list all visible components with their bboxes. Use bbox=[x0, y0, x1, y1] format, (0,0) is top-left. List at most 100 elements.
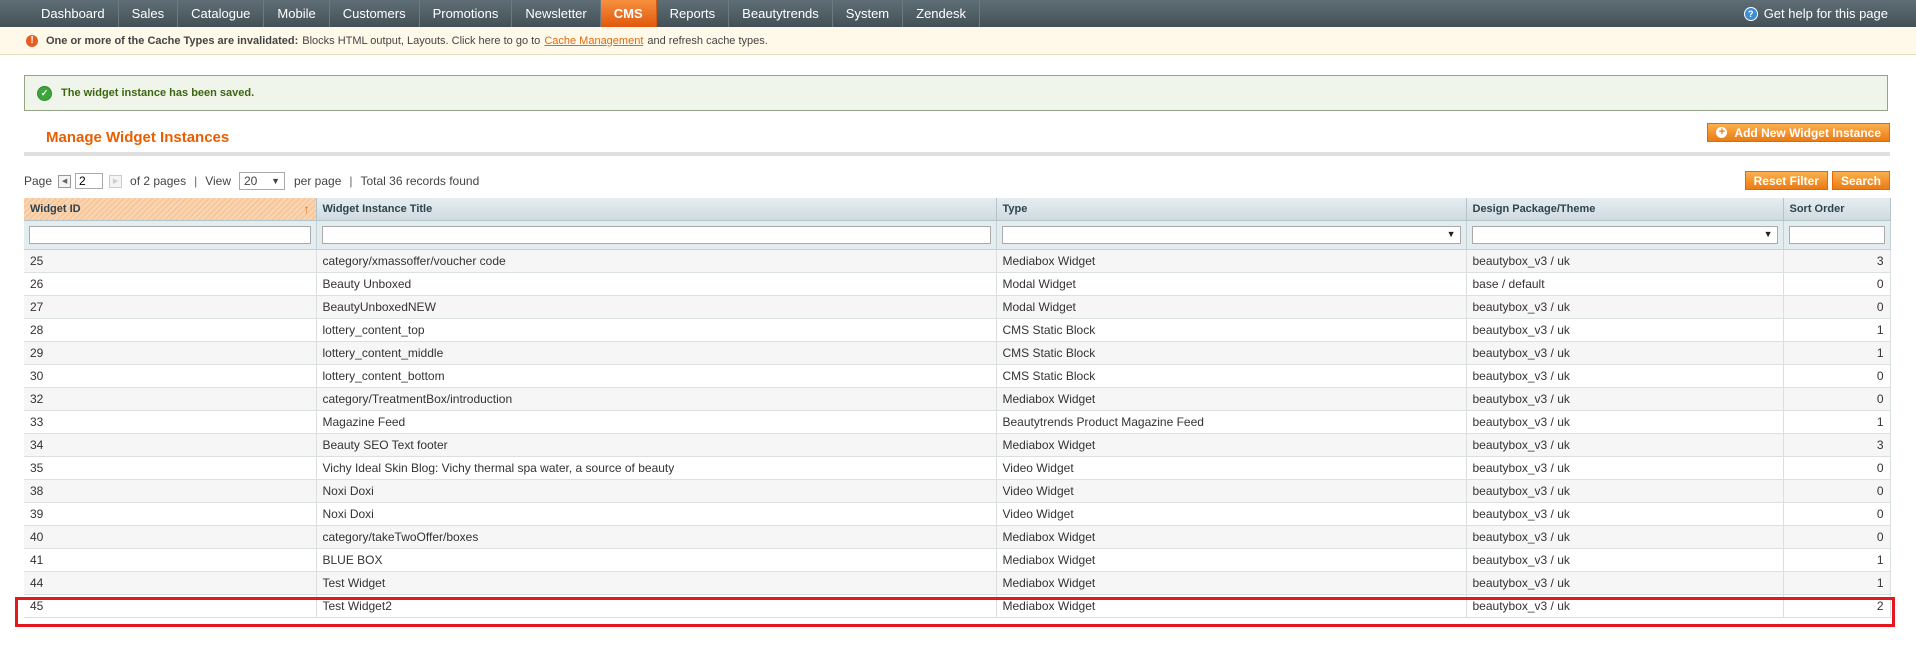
cell-sort-order: 0 bbox=[1783, 479, 1891, 503]
nav-item-customers[interactable]: Customers bbox=[330, 0, 420, 27]
nav-item-newsletter[interactable]: Newsletter bbox=[512, 0, 601, 27]
nav-item-catalogue[interactable]: Catalogue bbox=[178, 0, 265, 27]
grid-body: 25 category/xmassoffer/voucher code Mediab… bbox=[24, 249, 1891, 618]
filter-sort-order-input[interactable] bbox=[1788, 226, 1885, 244]
nav-item-zendesk[interactable]: Zendesk bbox=[903, 0, 980, 27]
prev-page-icon[interactable]: ◀ bbox=[58, 174, 72, 188]
cell-title: Test Widget bbox=[316, 571, 997, 595]
cell-theme: beautybox_v3 / uk bbox=[1466, 433, 1784, 457]
cell-title: category/takeTwoOffer/boxes bbox=[316, 525, 997, 549]
cell-type: Video Widget bbox=[996, 502, 1467, 526]
cell-title: Beauty SEO Text footer bbox=[316, 433, 997, 457]
page-header: Manage Widget Instances + Add New Widget… bbox=[24, 120, 1890, 156]
cell-theme: beautybox_v3 / uk bbox=[1466, 456, 1784, 480]
filter-theme-select[interactable]: ▼ bbox=[1471, 226, 1778, 244]
cell-title: category/TreatmentBox/introduction bbox=[316, 387, 997, 411]
table-row[interactable]: 32 category/TreatmentBox/introduction Medi… bbox=[24, 387, 1891, 411]
nav-item-dashboard[interactable]: Dashboard bbox=[28, 0, 119, 27]
table-row[interactable]: 29 lottery_content_middle CMS Static Block… bbox=[24, 341, 1891, 365]
help-link[interactable]: ? Get help for this page bbox=[1743, 0, 1888, 27]
per-page-select[interactable]: 20 ▼ bbox=[239, 172, 285, 190]
cell-theme: beautybox_v3 / uk bbox=[1466, 410, 1784, 434]
cell-widget-id: 28 bbox=[24, 318, 317, 342]
cell-type: Mediabox Widget bbox=[996, 387, 1467, 411]
table-row[interactable]: 27 BeautyUnboxedNEW Modal Widget beautybox_… bbox=[24, 295, 1891, 319]
cell-theme: beautybox_v3 / uk bbox=[1466, 571, 1784, 595]
table-row[interactable]: 38 Noxi Doxi Video Widget beautybox_v3 / uk… bbox=[24, 479, 1891, 503]
column-header-widget-id[interactable]: Widget ID ↑ bbox=[24, 198, 317, 221]
table-row[interactable]: 39 Noxi Doxi Video Widget beautybox_v3 / uk… bbox=[24, 502, 1891, 526]
sort-arrow-icon: ↑ bbox=[303, 202, 310, 216]
nav-item-sales[interactable]: Sales bbox=[119, 0, 179, 27]
table-row[interactable]: 34 Beauty SEO Text footer Mediabox Widget b… bbox=[24, 433, 1891, 457]
cell-sort-order: 1 bbox=[1783, 548, 1891, 572]
table-row[interactable]: 44 Test Widget Mediabox Widget beautybox_v3… bbox=[24, 571, 1891, 595]
column-header-design-theme[interactable]: Design Package/Theme bbox=[1466, 198, 1784, 221]
page-number-input[interactable] bbox=[75, 173, 104, 189]
cell-type: Mediabox Widget bbox=[996, 433, 1467, 457]
filter-type-select[interactable]: ▼ bbox=[1001, 226, 1461, 244]
widget-grid: Widget ID ↑ Widget Instance Title Type D… bbox=[24, 198, 1891, 618]
table-row[interactable]: 25 category/xmassoffer/voucher code Mediab… bbox=[24, 249, 1891, 273]
cell-widget-id: 33 bbox=[24, 410, 317, 434]
cell-theme: base / default bbox=[1466, 272, 1784, 296]
column-header-title[interactable]: Widget Instance Title bbox=[316, 198, 997, 221]
cell-title: lottery_content_middle bbox=[316, 341, 997, 365]
chevron-down-icon: ▼ bbox=[1446, 229, 1456, 239]
cell-type: Video Widget bbox=[996, 479, 1467, 503]
cell-sort-order: 1 bbox=[1783, 318, 1891, 342]
cell-sort-order: 0 bbox=[1783, 502, 1891, 526]
nav-item-cms[interactable]: CMS bbox=[600, 0, 657, 27]
pager: Page ◀ ▶ of 2 pages | View 20 ▼ per page… bbox=[24, 172, 479, 190]
table-row[interactable]: 30 lottery_content_bottom CMS Static Block… bbox=[24, 364, 1891, 388]
grid-actions: Reset Filter Search bbox=[1744, 171, 1890, 190]
cell-theme: beautybox_v3 / uk bbox=[1466, 525, 1784, 549]
cell-widget-id: 29 bbox=[24, 341, 317, 365]
cell-theme: beautybox_v3 / uk bbox=[1466, 594, 1784, 618]
cell-widget-id: 34 bbox=[24, 433, 317, 457]
cell-widget-id: 44 bbox=[24, 571, 317, 595]
table-row[interactable]: 35 Vichy Ideal Skin Blog: Vichy thermal s… bbox=[24, 456, 1891, 480]
cell-widget-id: 26 bbox=[24, 272, 317, 296]
cell-sort-order: 2 bbox=[1783, 594, 1891, 618]
success-check-icon: ✓ bbox=[37, 85, 52, 101]
cache-management-link[interactable]: Cache Management bbox=[544, 35, 643, 47]
reset-filter-button[interactable]: Reset Filter bbox=[1744, 171, 1828, 190]
cell-type: Mediabox Widget bbox=[996, 594, 1467, 618]
table-row[interactable]: 26 Beauty Unboxed Modal Widget base / defau… bbox=[24, 272, 1891, 296]
cell-widget-id: 39 bbox=[24, 502, 317, 526]
cell-title: Magazine Feed bbox=[316, 410, 997, 434]
next-page-icon[interactable]: ▶ bbox=[109, 174, 123, 188]
cell-theme: beautybox_v3 / uk bbox=[1466, 341, 1784, 365]
nav-item-promotions[interactable]: Promotions bbox=[420, 0, 513, 27]
cell-widget-id: 30 bbox=[24, 364, 317, 388]
cell-theme: beautybox_v3 / uk bbox=[1466, 364, 1784, 388]
cell-title: BLUE BOX bbox=[316, 548, 997, 572]
column-header-sort-order[interactable]: Sort Order bbox=[1783, 198, 1891, 221]
nav-item-reports[interactable]: Reports bbox=[657, 0, 730, 27]
nav-item-mobile[interactable]: Mobile bbox=[264, 0, 330, 27]
table-row[interactable]: 41 BLUE BOX Mediabox Widget beautybox_v3 / … bbox=[24, 548, 1891, 572]
cell-type: CMS Static Block bbox=[996, 318, 1467, 342]
cell-title: Vichy Ideal Skin Blog: Vichy thermal spa… bbox=[316, 456, 997, 480]
cell-sort-order: 3 bbox=[1783, 249, 1891, 273]
search-button[interactable]: Search bbox=[1831, 171, 1890, 190]
filter-widget-id-input[interactable] bbox=[29, 226, 311, 244]
table-row[interactable]: 28 lottery_content_top CMS Static Block bea… bbox=[24, 318, 1891, 342]
warning-icon: ! bbox=[26, 34, 38, 47]
cell-sort-order: 1 bbox=[1783, 571, 1891, 595]
cell-theme: beautybox_v3 / uk bbox=[1466, 479, 1784, 503]
cell-sort-order: 1 bbox=[1783, 341, 1891, 365]
table-row[interactable]: 45 Test Widget2 Mediabox Widget beautybox_v… bbox=[24, 594, 1891, 618]
nav-item-beautytrends[interactable]: Beautytrends bbox=[729, 0, 833, 27]
table-row[interactable]: 40 category/takeTwoOffer/boxes Mediabox Wi… bbox=[24, 525, 1891, 549]
cell-sort-order: 0 bbox=[1783, 364, 1891, 388]
page-label: Page bbox=[24, 174, 53, 188]
filter-title-input[interactable] bbox=[321, 226, 991, 244]
add-new-widget-instance-button[interactable]: + Add New Widget Instance bbox=[1707, 123, 1890, 142]
cache-notice: ! One or more of the Cache Types are inv… bbox=[0, 27, 1916, 55]
nav-item-system[interactable]: System bbox=[833, 0, 904, 27]
column-header-type[interactable]: Type bbox=[996, 198, 1467, 221]
cell-title: Test Widget2 bbox=[316, 594, 997, 618]
table-row[interactable]: 33 Magazine Feed Beautytrends Product Maga… bbox=[24, 410, 1891, 434]
